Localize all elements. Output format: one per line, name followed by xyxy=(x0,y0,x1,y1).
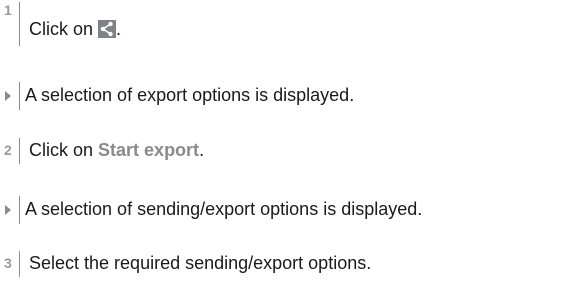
step-prefix: Click on xyxy=(29,19,99,39)
result-divider xyxy=(19,196,20,224)
result-arrow-icon xyxy=(5,205,11,215)
step-number: 2 xyxy=(4,142,12,158)
step-text: Click on . xyxy=(29,18,121,40)
step-text: Click on Start export. xyxy=(29,139,204,161)
step-number: 3 xyxy=(4,255,12,271)
step-divider xyxy=(19,138,20,164)
result-arrow-icon xyxy=(5,91,11,101)
step-suffix: . xyxy=(116,19,122,39)
step-suffix: . xyxy=(199,140,205,160)
step-divider xyxy=(19,2,20,46)
share-icon xyxy=(98,20,117,38)
result-text: A selection of export options is display… xyxy=(25,85,355,105)
result-text: A selection of sending/export options is… xyxy=(25,199,423,219)
step-divider xyxy=(19,251,20,277)
step-text: Select the required sending/export optio… xyxy=(29,253,372,273)
step-emphasis: Start export xyxy=(98,140,200,160)
step-prefix: Click on xyxy=(29,140,99,160)
result-divider xyxy=(19,82,20,110)
step-number: 1 xyxy=(4,2,12,18)
